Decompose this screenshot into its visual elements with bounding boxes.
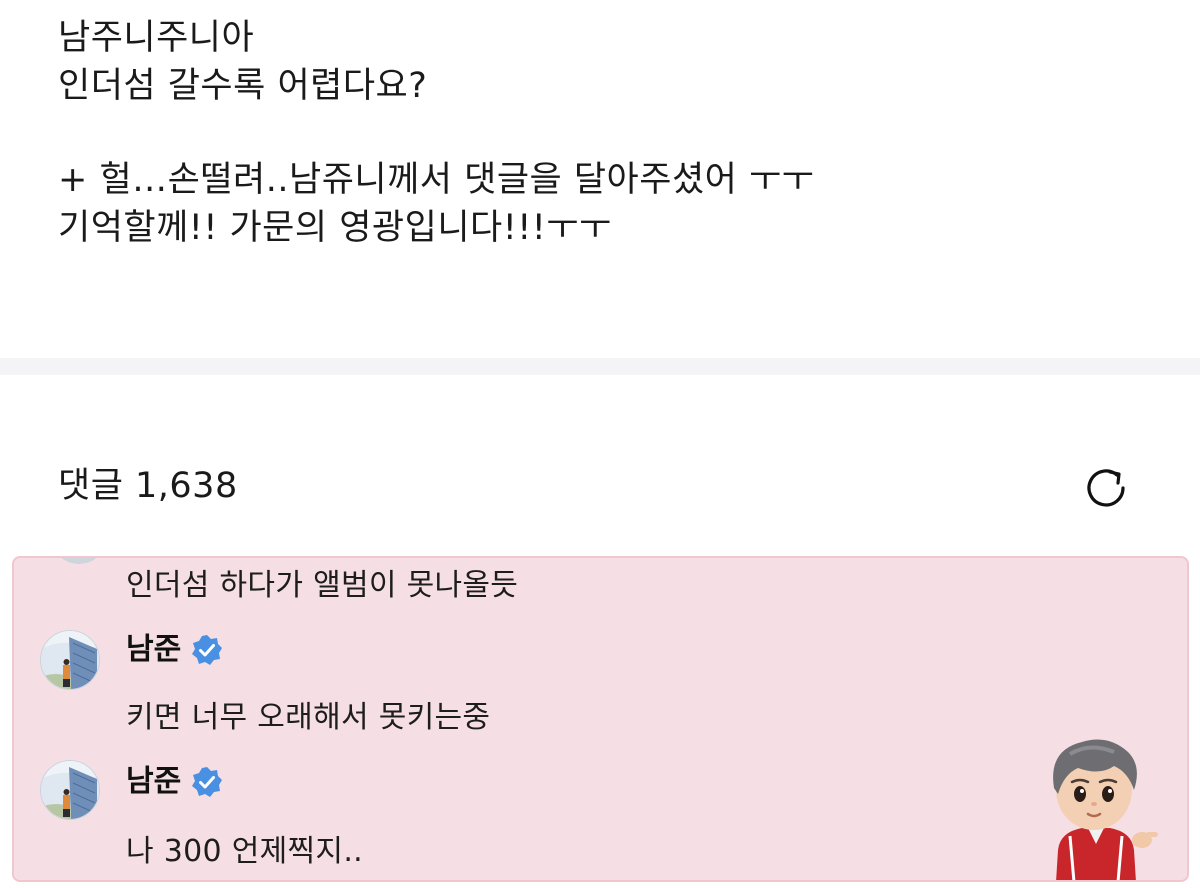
comments-count-label: 댓글 1,638 <box>58 466 238 506</box>
section-divider <box>0 358 1200 375</box>
avatar[interactable] <box>58 558 100 564</box>
post-body: 남주니주니아 인더섬 갈수록 어렵다요? + 헐…손떨려..남쥬니께서 댓글을 … <box>58 14 814 252</box>
post-line: 인더섬 갈수록 어렵다요? <box>58 66 428 106</box>
comment-text: 나 300 언제찍지.. <box>126 834 364 869</box>
mascot-sticker-icon <box>1053 739 1158 880</box>
comment-author[interactable]: 남준 <box>126 762 223 802</box>
comment-thread-panel: 인더섬 하다가 앨범이 못나올듯 남준 키면 너무 오래해서 못키는중 남준 나… <box>12 556 1189 882</box>
avatar-photo <box>41 631 99 689</box>
verified-badge-icon <box>192 635 223 665</box>
avatar[interactable] <box>40 630 100 690</box>
avatar-photo <box>41 761 99 819</box>
verified-badge-icon <box>192 767 223 797</box>
refresh-button[interactable] <box>1074 456 1138 520</box>
post-line: 남주니주니아 <box>58 18 255 58</box>
avatar[interactable] <box>40 760 100 820</box>
author-name: 남준 <box>126 632 182 667</box>
comment-text: 인더섬 하다가 앨범이 못나올듯 <box>126 568 519 603</box>
refresh-icon <box>1087 469 1125 507</box>
comment-text: 키면 너무 오래해서 못키는중 <box>126 700 491 735</box>
comment-author[interactable]: 남준 <box>126 630 223 670</box>
post-line: + 헐…손떨려..남쥬니께서 댓글을 달아주셨어 ㅜㅜ <box>58 160 815 200</box>
post-line-blank <box>58 110 814 156</box>
author-name: 남준 <box>126 764 182 799</box>
post-line: 기억할께!! 가문의 영광입니다!!!ㅜㅜ <box>58 208 612 248</box>
